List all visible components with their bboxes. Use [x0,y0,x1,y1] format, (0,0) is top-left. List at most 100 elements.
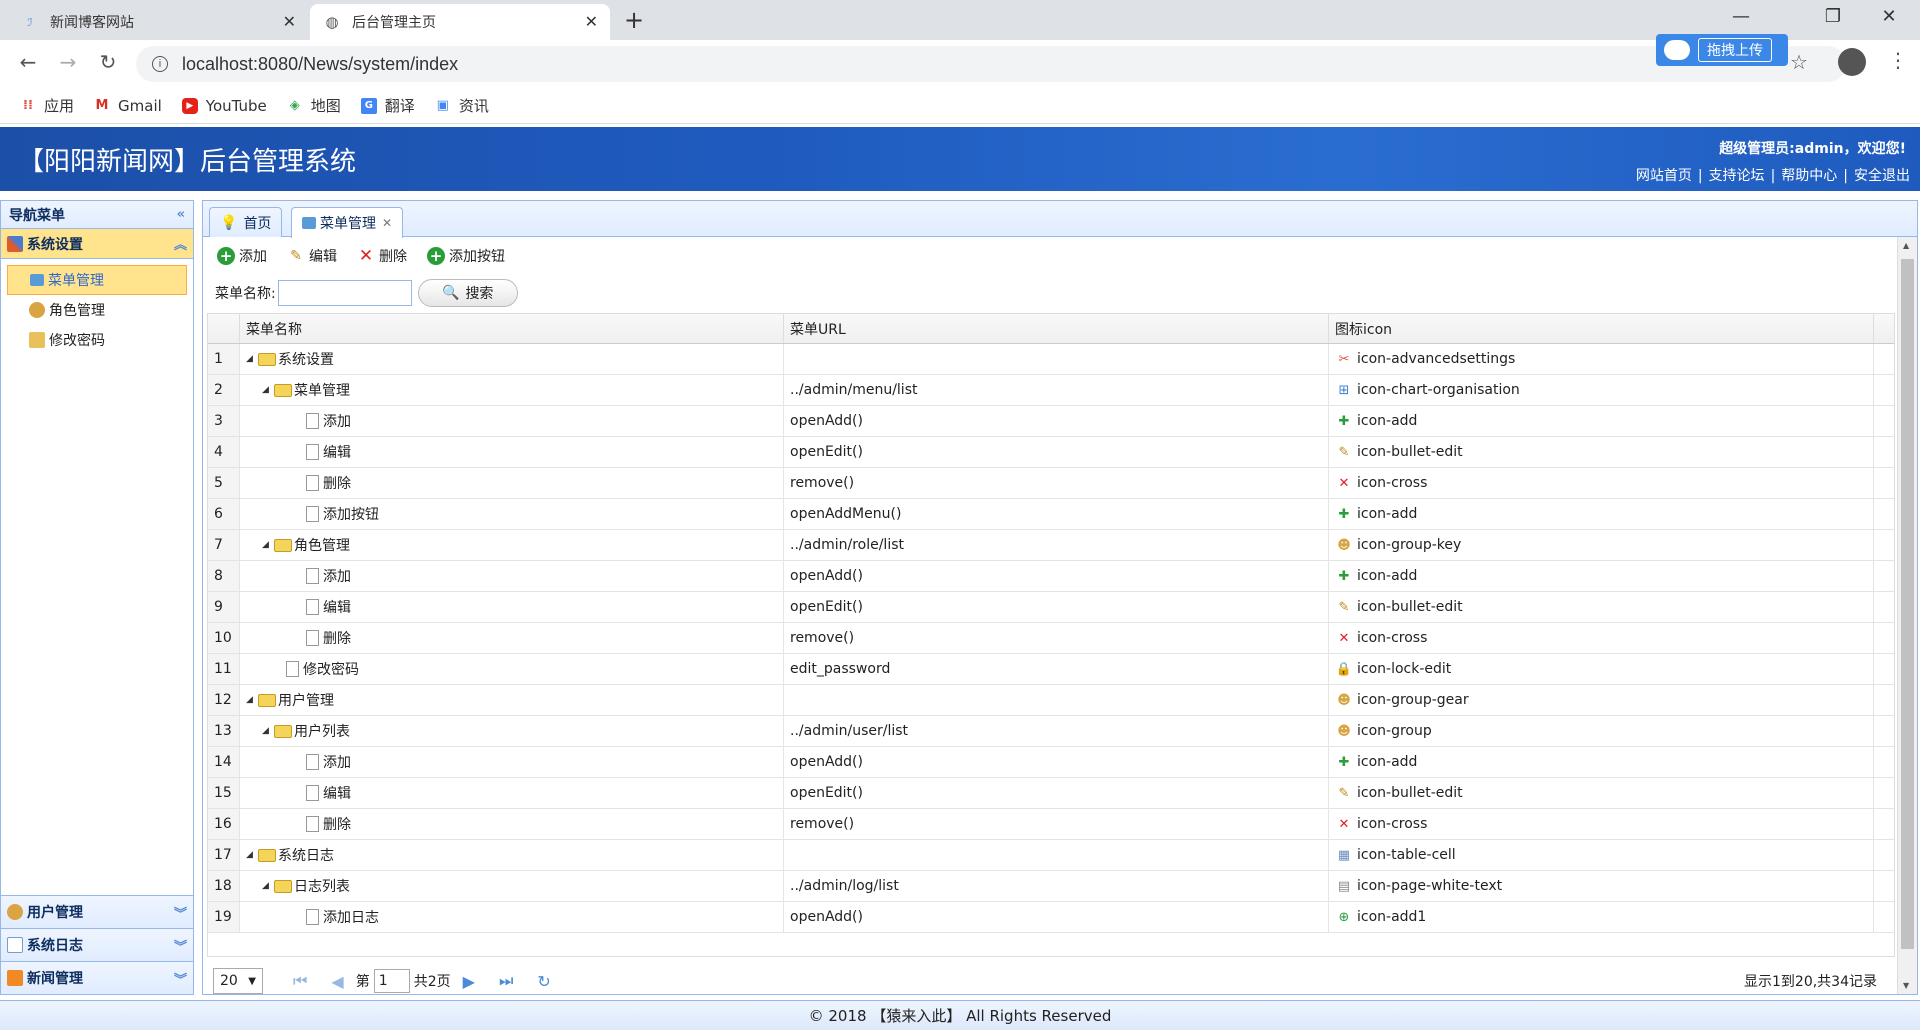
browser-menu-icon[interactable]: ⋮ [1888,48,1908,72]
cell-menu-name: 添加日志 [240,902,784,932]
window-close-icon[interactable]: ✕ [1874,6,1904,27]
edit-button[interactable]: ✎ 编辑 [287,246,337,266]
tab-menu-management[interactable]: 菜单管理 ✕ [291,207,404,238]
last-page-icon[interactable]: ⏭ [499,971,513,991]
tree-expand-icon[interactable]: ◢ [262,726,274,736]
link-logout[interactable]: 安全退出 [1854,168,1910,184]
table-row[interactable]: 11 修改密码 edit_password 🔒 icon-lock-edit [208,654,1894,685]
tree-expand-icon[interactable]: ◢ [262,540,274,550]
refresh-icon[interactable]: ↻ [537,972,550,991]
page-number-input[interactable]: 1 [373,969,410,993]
nav-section-user-management[interactable]: 用户管理 ︾ [1,895,193,928]
close-tab-icon[interactable]: ✕ [585,12,598,31]
file-icon [306,475,319,491]
table-row[interactable]: 8 添加 openAdd() ✚ icon-add [208,561,1894,592]
table-row[interactable]: 10 删除 remove() ✕ icon-cross [208,623,1894,654]
close-tab-icon[interactable]: ✕ [283,12,296,31]
chevron-up-icon[interactable]: ︽ [174,234,187,253]
scroll-up-icon[interactable]: ▲ [1903,241,1909,250]
delete-button[interactable]: ✕ 删除 [357,246,407,266]
browser-tab-admin[interactable]: ◍ 后台管理主页 ✕ [310,4,610,40]
table-row[interactable]: 6 添加按钮 openAddMenu() ✚ icon-add [208,499,1894,530]
table-row[interactable]: 17 ◢ 系统日志 ▦ icon-table-cell [208,840,1894,871]
button-label: 搜索 [465,286,494,302]
link-help-center[interactable]: 帮助中心 [1781,168,1837,184]
chevron-down-icon[interactable]: ︾ [174,936,187,955]
tree-expand-icon[interactable]: ◢ [246,695,258,705]
nav-item-role-management[interactable]: 角色管理 [7,295,187,325]
nav-item-label: 修改密码 [49,333,105,349]
table-row[interactable]: 16 删除 remove() ✕ icon-cross [208,809,1894,840]
table-row[interactable]: 14 添加 openAdd() ✚ icon-add [208,747,1894,778]
table-row[interactable]: 15 编辑 openEdit() ✎ icon-bullet-edit [208,778,1894,809]
tree-expand-icon[interactable]: ◢ [246,354,258,364]
bookmark-news[interactable]: ▣ 资讯 [435,95,489,116]
pencil-icon: ✎ [1338,599,1350,615]
nav-section-system-log[interactable]: 系统日志 ︾ [1,928,193,961]
table-row[interactable]: 9 编辑 openEdit() ✎ icon-bullet-edit [208,592,1894,623]
collapse-left-icon[interactable]: « [177,207,185,222]
bookmark-apps[interactable]: ⁞⁞ 应用 [20,95,74,116]
chevron-down-icon[interactable]: ︾ [174,969,187,988]
vertical-scrollbar[interactable]: ▲ ▼ [1897,237,1917,994]
upload-extension-button[interactable]: 拖拽上传 [1656,34,1788,66]
header-menu-url[interactable]: 菜单URL [784,314,1329,343]
site-favicon-icon: ℐ [27,15,33,29]
nav-section-news-management[interactable]: 新闻管理 ︾ [1,961,193,994]
bookmark-youtube[interactable]: ▶ YouTube [181,97,267,115]
cell-icon: ⊞ icon-chart-organisation [1329,375,1874,405]
bookmark-star-icon[interactable]: ☆ [1790,50,1808,74]
chevron-down-icon[interactable]: ︾ [174,903,187,922]
table-row[interactable]: 5 删除 remove() ✕ icon-cross [208,468,1894,499]
minimize-icon[interactable]: — [1726,6,1756,27]
prev-page-icon[interactable]: ◀ [331,972,343,991]
first-page-icon[interactable]: ⏮ [293,971,307,991]
scrollbar-thumb[interactable] [1901,259,1914,949]
address-toolbar: ← → ↻ i localhost:8080/News/system/index [0,40,1920,88]
nav-item-change-password[interactable]: 修改密码 [7,325,187,355]
restore-icon[interactable]: ❐ [1818,6,1848,27]
table-row[interactable]: 7 ◢ 角色管理 ../admin/role/list ☻ icon-group-key [208,530,1894,561]
next-page-icon[interactable]: ▶ [463,972,475,991]
forward-icon[interactable]: → [54,50,82,74]
reload-icon[interactable]: ↻ [94,50,122,74]
add-menu-button[interactable]: + 添加按钮 [427,246,505,266]
table-row[interactable]: 19 添加日志 openAdd() ⊕ icon-add1 [208,902,1894,933]
table-row[interactable]: 18 ◢ 日志列表 ../admin/log/list ▤ icon-page-white… [208,871,1894,902]
tree-expand-icon[interactable]: ◢ [246,850,258,860]
bookmark-translate[interactable]: G 翻译 [360,95,415,116]
table-row[interactable]: 2 ◢ 菜单管理 ../admin/menu/list ⊞ icon-chart-orga… [208,375,1894,406]
add-button[interactable]: + 添加 [217,246,267,266]
table-row[interactable]: 3 添加 openAdd() ✚ icon-add [208,406,1894,437]
bookmark-gmail[interactable]: M Gmail [94,97,162,115]
add-icon: ✚ [1338,506,1350,522]
nav-section-system-settings[interactable]: 系统设置 ︽ [1,229,193,259]
close-tab-icon[interactable]: ✕ [382,216,392,230]
link-support-forum[interactable]: 支持论坛 [1709,168,1765,184]
scroll-down-icon[interactable]: ▼ [1903,981,1909,990]
cell-menu-name: ◢ 用户管理 [240,685,784,715]
search-button[interactable]: 🔍 搜索 [417,279,518,307]
tree-expand-icon[interactable]: ◢ [262,385,274,395]
url-bar[interactable]: i localhost:8080/News/system/index [136,46,1846,82]
table-row[interactable]: 12 ◢ 用户管理 ☻ icon-group-gear [208,685,1894,716]
table-row[interactable]: 1 ◢ 系统设置 ✂ icon-advancedsettings [208,344,1894,375]
nav-item-menu-management[interactable]: 菜单管理 [7,265,187,295]
profile-avatar-icon[interactable] [1838,48,1866,76]
site-info-icon[interactable]: i [152,56,168,72]
tree-expand-icon[interactable]: ◢ [262,881,274,891]
tab-home[interactable]: 💡 首页 [209,207,283,237]
table-row[interactable]: 13 ◢ 用户列表 ../admin/user/list ☻ icon-group [208,716,1894,747]
browser-tab-news[interactable]: ℐ 新闻博客网站 ✕ [8,4,308,40]
page-size-select[interactable]: 20 ▼ [213,968,263,994]
header-icon[interactable]: 图标icon [1329,314,1874,343]
header-menu-name[interactable]: 菜单名称 [240,314,784,343]
link-site-home[interactable]: 网站首页 [1636,168,1692,184]
new-tab-icon[interactable]: + [624,6,644,34]
menu-name-search-input[interactable] [277,280,412,306]
file-icon [306,785,319,801]
table-row[interactable]: 4 编辑 openEdit() ✎ icon-bullet-edit [208,437,1894,468]
group-gear-icon: ☻ [1337,692,1351,708]
back-icon[interactable]: ← [14,50,42,74]
bookmark-maps[interactable]: ◈ 地图 [287,95,341,116]
